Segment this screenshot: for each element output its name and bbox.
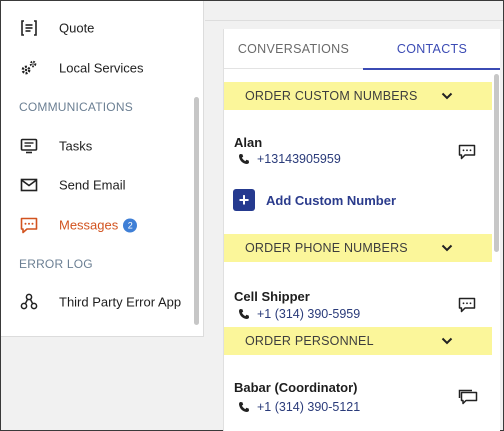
chevron-down-icon [441,92,453,100]
section-header-phone-numbers[interactable]: ORDER PHONE NUMBERS [224,234,492,262]
contact-name: Alan [234,135,263,150]
nav-label-messages: Messages 2 [59,217,138,233]
chat-icon [19,215,39,235]
nav-item-messages[interactable]: Messages 2 [1,210,191,240]
contact-phone-number: +1 (314) 390-5121 [257,400,361,414]
section-title-custom-numbers: ORDER CUSTOM NUMBERS [245,89,418,103]
nav-item-local-services[interactable]: Local Services [1,53,191,83]
message-bubble-icon[interactable] [458,297,476,313]
contact-name: Babar (Coordinator) [234,380,358,395]
nav-label-tasks: Tasks [59,138,93,154]
chevron-down-icon [441,337,453,345]
nodes-icon [19,292,39,312]
nav-item-tasks[interactable]: Tasks [1,131,191,161]
tab-conversations[interactable]: CONVERSATIONS [224,29,363,69]
sidebar: Quote Local Services COMMUNICATIONS Task… [1,1,204,337]
section-header-custom-numbers[interactable]: ORDER CUSTOM NUMBERS [224,82,492,110]
contact-phone-number: +13143905959 [257,152,341,166]
panel-scrollbar[interactable] [494,74,499,252]
tab-contacts[interactable]: CONTACTS [363,29,500,70]
envelope-icon [19,175,39,195]
conversation-bubbles-icon[interactable] [458,389,478,405]
phone-icon [239,402,249,412]
phone-icon [239,309,249,319]
add-custom-number-button[interactable]: + Add Custom Number [233,188,396,212]
nav-label-send-email: Send Email [59,177,126,193]
nav-label-third-party-error-app: Third Party Error App [59,294,182,310]
contact-phone[interactable]: +1 (314) 390-5121 [238,400,360,414]
section-heading-communications: COMMUNICATIONS [19,100,133,114]
quote-icon [19,18,39,38]
nav-label-quote: Quote [59,20,95,36]
contact-phone[interactable]: +1 (314) 390-5959 [238,307,360,321]
section-heading-error-log: ERROR LOG [19,257,93,271]
top-divider-strip [205,1,503,21]
message-bubble-icon[interactable] [458,144,476,160]
contact-phone-number: +1 (314) 390-5959 [257,307,361,321]
chevron-down-icon [441,244,453,252]
conversation-panel: CONVERSATIONS CONTACTS ORDER CUSTOM NUMB… [223,29,500,431]
unread-count-badge: 2 [123,218,138,233]
section-header-personnel[interactable]: ORDER PERSONNEL [224,327,492,355]
gears-icon [19,58,39,78]
section-title-personnel: ORDER PERSONNEL [245,334,374,348]
tasks-icon [19,136,39,156]
sidebar-scrollbar[interactable] [194,97,199,325]
section-title-phone-numbers: ORDER PHONE NUMBERS [245,241,408,255]
add-custom-number-label: Add Custom Number [266,192,396,208]
phone-icon [239,154,249,164]
nav-item-quote[interactable]: Quote [1,13,191,43]
nav-label-local-services: Local Services [59,60,144,76]
panel-tabs: CONVERSATIONS CONTACTS [224,29,500,70]
nav-item-send-email[interactable]: Send Email [1,170,191,200]
nav-item-third-party-error-app[interactable]: Third Party Error App [1,287,191,317]
messages-label-text: Messages [59,217,119,233]
contact-phone[interactable]: +13143905959 [238,152,341,166]
contact-name: Cell Shipper [234,289,310,304]
plus-icon: + [233,189,255,211]
